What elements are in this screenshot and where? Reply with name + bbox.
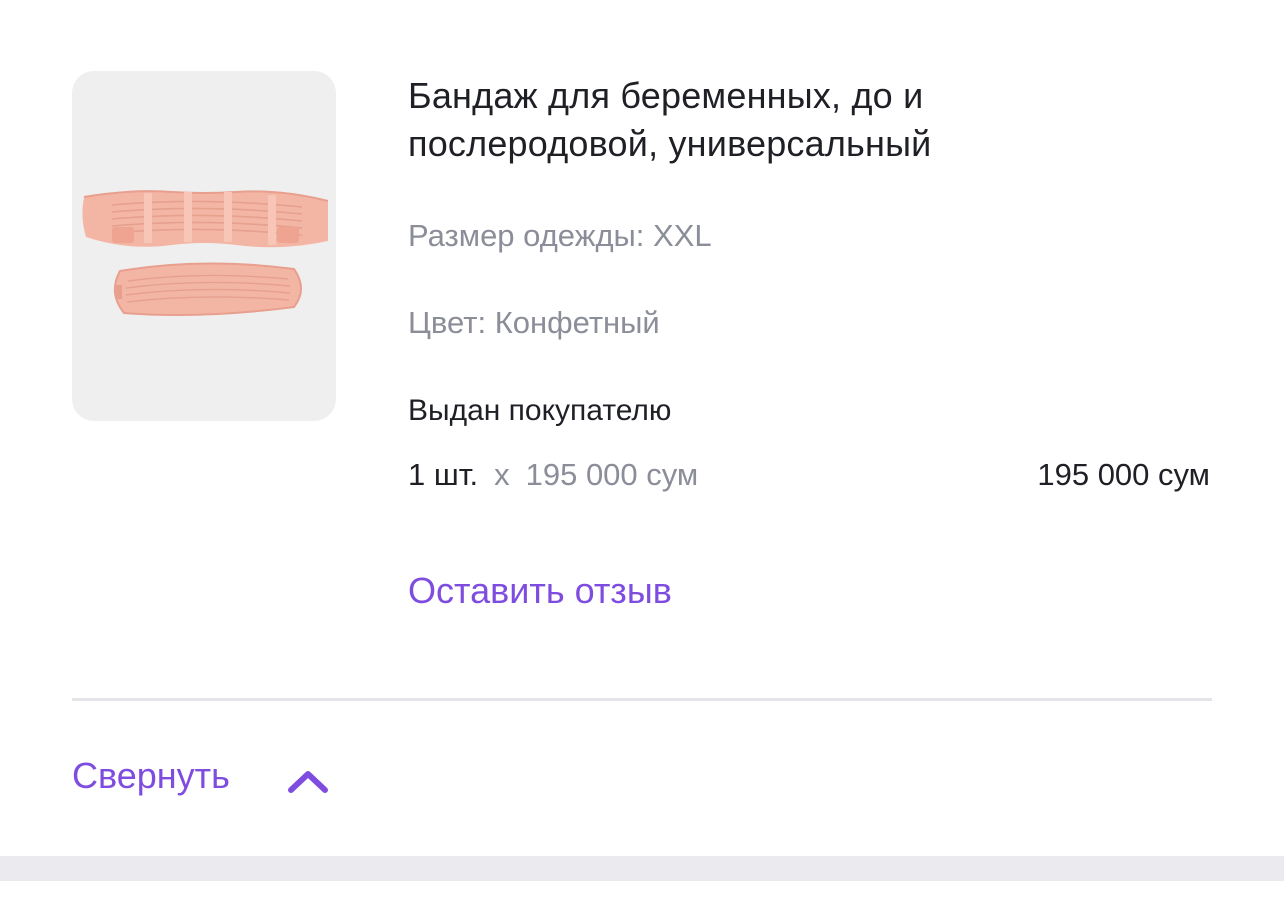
- price-row: 1 шт. x 195 000 сум 195 000 сум: [408, 455, 1210, 495]
- product-title[interactable]: Бандаж для беременных, до и послеродовой…: [408, 72, 1048, 168]
- unit-price: 195 000 сум: [525, 457, 699, 492]
- divider: [72, 698, 1212, 701]
- quantity: 1 шт.: [408, 457, 479, 492]
- size-attribute: Размер одежды: XXL: [408, 218, 712, 253]
- maternity-belt-image: [82, 190, 329, 316]
- product-image[interactable]: [72, 71, 336, 421]
- order-item-card: Бандаж для беременных, до и послеродовой…: [0, 0, 1284, 924]
- chevron-up-icon: [287, 771, 328, 793]
- section-separator-band: [0, 856, 1284, 881]
- order-status: Выдан покупателю: [408, 394, 672, 427]
- product-info: Бандаж для беременных, до и послеродовой…: [408, 72, 1212, 611]
- leave-review-link[interactable]: Оставить отзыв: [408, 569, 672, 613]
- collapse-label: Свернуть: [72, 755, 230, 796]
- collapse-button[interactable]: Свернуть: [72, 752, 330, 800]
- times-sign: x: [494, 457, 510, 492]
- total-price: 195 000 сум: [1037, 457, 1210, 492]
- color-attribute: Цвет: Конфетный: [408, 305, 660, 340]
